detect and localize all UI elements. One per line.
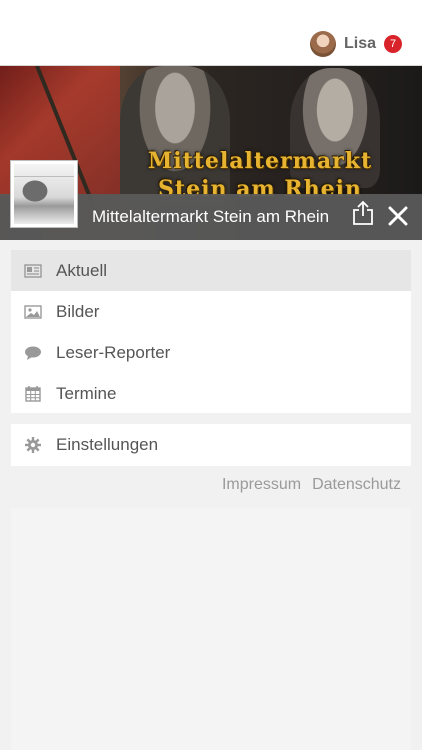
newspaper-icon: [24, 264, 42, 278]
menu-label: Aktuell: [56, 261, 108, 280]
menu-label: Termine: [56, 384, 117, 403]
event-thumbnail: [10, 160, 78, 228]
menu-label: Einstellungen: [56, 435, 159, 454]
footer-links: Impressum Datenschutz: [222, 476, 401, 494]
share-icon: [353, 200, 373, 225]
main-menu: Aktuell Bilder Leser-Reporter Termine: [11, 250, 411, 413]
calendar-icon: [25, 386, 41, 402]
share-button[interactable]: [352, 200, 374, 226]
notification-badge[interactable]: 7: [384, 35, 402, 53]
datenschutz-link[interactable]: Datenschutz: [312, 476, 401, 494]
user-name[interactable]: Lisa: [344, 35, 376, 53]
top-bar: Lisa 7: [0, 0, 422, 66]
banner-text-line1: Mittelaltermarkt: [147, 148, 373, 174]
menu-item-leser-reporter[interactable]: Leser-Reporter: [11, 332, 411, 373]
menu-item-einstellungen[interactable]: Einstellungen: [11, 424, 411, 465]
avatar[interactable]: [309, 31, 336, 57]
image-icon: [24, 305, 42, 319]
speech-bubble-icon: [25, 346, 41, 360]
close-icon: [388, 206, 408, 226]
settings-menu: Einstellungen: [11, 424, 411, 466]
page-title: Mittelaltermarkt Stein am Rhein: [92, 207, 330, 226]
menu-item-bilder[interactable]: Bilder: [11, 291, 411, 332]
user-profile[interactable]: Lisa 7: [309, 29, 402, 59]
thumbnail-image: [14, 164, 74, 224]
impressum-link[interactable]: Impressum: [222, 476, 301, 494]
menu-label: Bilder: [56, 302, 100, 321]
menu-item-aktuell[interactable]: Aktuell: [11, 250, 411, 291]
empty-content-area: [11, 508, 411, 750]
close-button[interactable]: [388, 206, 408, 226]
gear-icon: [25, 437, 41, 453]
menu-item-termine[interactable]: Termine: [11, 373, 411, 414]
menu-label: Leser-Reporter: [56, 343, 171, 362]
